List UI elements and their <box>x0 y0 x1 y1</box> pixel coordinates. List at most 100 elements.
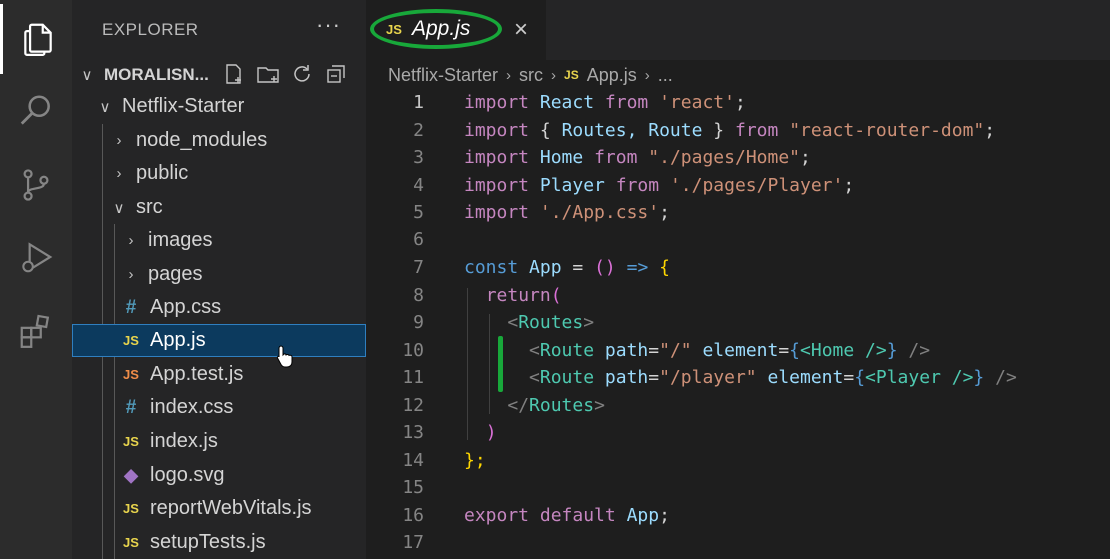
file-app-js[interactable]: JS App.js <box>72 324 366 357</box>
folder-label: node_modules <box>136 129 268 151</box>
folder-pages[interactable]: › pages <box>72 258 366 291</box>
string-literal: "/player" <box>659 367 757 388</box>
extensions-activity-button[interactable] <box>0 296 72 366</box>
punctuation: } <box>886 340 898 361</box>
new-file-icon[interactable] <box>222 62 246 86</box>
punctuation: { <box>854 367 866 388</box>
operator: = <box>843 367 855 388</box>
code-editor[interactable]: 1 2 3 4 5 6 7 8 9 10 11 12 13 14 15 16 1… <box>366 88 1110 559</box>
breadcrumb-item[interactable]: App.js <box>587 65 637 86</box>
code-line: <Route path="/" element={<Home />} /> <box>464 340 930 361</box>
chevron-right-icon: › <box>116 132 122 149</box>
punctuation: { <box>539 120 551 141</box>
file-app-css[interactable]: # App.css <box>72 291 366 324</box>
keyword: import <box>464 92 530 113</box>
keyword: import <box>464 202 530 223</box>
file-label: App.test.js <box>150 363 244 385</box>
punctuation: } <box>713 120 725 141</box>
highlight-annotation-bar <box>498 336 503 392</box>
identifier: Routes, Route <box>561 120 703 141</box>
punctuation: { <box>659 257 670 278</box>
line-number: 15 <box>402 477 424 498</box>
keyword: export <box>464 505 530 526</box>
css-file-icon: # <box>125 296 137 318</box>
line-number: 8 <box>413 285 424 306</box>
file-label: App.css <box>150 296 222 318</box>
file-index-js[interactable]: JS index.js <box>72 425 366 458</box>
file-setup-tests-js[interactable]: JS setupTests.js <box>72 526 366 559</box>
editor-tab-bar: JS App.js × <box>366 0 1110 60</box>
folder-node-modules[interactable]: › node_modules <box>72 124 366 157</box>
operator: = <box>648 367 660 388</box>
punctuation: ; <box>800 147 811 168</box>
refresh-icon[interactable] <box>290 62 314 86</box>
keyword: from <box>594 147 638 168</box>
explorer-activity-button[interactable] <box>0 4 72 74</box>
run-debug-activity-button[interactable] <box>0 222 72 292</box>
chevron-down-icon: ∨ <box>113 199 125 217</box>
chevron-right-icon: › <box>644 66 650 84</box>
keyword: from <box>604 92 649 113</box>
breadcrumb-item[interactable]: Netflix-Starter <box>388 65 498 86</box>
code-line: </Routes> <box>464 395 605 416</box>
tab-label: App.js <box>412 17 471 40</box>
identifier: Player <box>539 175 605 196</box>
source-control-activity-button[interactable] <box>0 150 72 220</box>
run-debug-icon <box>22 242 53 273</box>
search-activity-button[interactable] <box>0 76 72 146</box>
js-file-icon: JS <box>123 333 139 348</box>
punctuation: ) <box>485 422 497 443</box>
file-app-test-js[interactable]: JS App.test.js <box>72 358 366 391</box>
explorer-actions <box>222 62 348 86</box>
close-icon[interactable]: × <box>514 16 528 44</box>
string-literal: './App.css' <box>539 202 660 223</box>
folder-public[interactable]: › public <box>72 157 366 190</box>
file-logo-svg[interactable]: ◆ logo.svg <box>72 459 366 492</box>
files-icon <box>23 23 52 56</box>
more-actions-button[interactable]: ··· <box>316 12 341 38</box>
string-literal: 'react' <box>659 92 735 113</box>
line-number: 1 <box>413 92 424 113</box>
new-folder-icon[interactable] <box>256 62 280 86</box>
jsx-attribute: element <box>767 367 844 388</box>
file-report-web-vitals-js[interactable]: JS reportWebVitals.js <box>72 492 366 525</box>
punctuation: ( <box>550 285 562 306</box>
code-line: return( <box>464 285 562 306</box>
activity-bar <box>0 0 72 559</box>
string-literal: "/" <box>659 340 692 361</box>
identifier: React <box>539 92 595 113</box>
line-number: 14 <box>402 450 424 471</box>
breadcrumb-tail[interactable]: ... <box>658 65 673 86</box>
punctuation: /> <box>908 340 931 361</box>
chevron-right-icon: › <box>128 232 134 249</box>
string-literal: './pages/Player' <box>669 175 844 196</box>
breadcrumb: Netflix-Starter › src › JS App.js › ... <box>388 62 673 88</box>
code-line: import { Routes, Route } from "react-rou… <box>464 120 995 141</box>
js-file-icon: JS <box>564 68 579 82</box>
folder-label: Netflix-Starter <box>122 95 245 117</box>
keyword: default <box>539 505 616 526</box>
indent-guide <box>467 288 468 440</box>
chevron-right-icon: › <box>506 66 512 84</box>
collapse-all-icon[interactable] <box>324 62 348 86</box>
folder-images[interactable]: › images <box>72 224 366 257</box>
punctuation: > <box>583 312 595 333</box>
keyword: import <box>464 147 530 168</box>
code-line: import React from 'react'; <box>464 92 746 113</box>
line-number: 4 <box>413 175 424 196</box>
js-file-icon: JS <box>123 501 139 516</box>
chevron-right-icon: › <box>116 165 122 182</box>
folder-netflix-starter[interactable]: ∨ Netflix-Starter <box>72 90 366 123</box>
folder-src[interactable]: ∨ src <box>72 191 366 224</box>
search-icon <box>20 95 50 125</box>
keyword: from <box>734 120 779 141</box>
line-number: 16 <box>402 505 424 526</box>
keyword: const <box>464 257 519 278</box>
line-number: 2 <box>413 120 424 141</box>
file-index-css[interactable]: # index.css <box>72 391 366 424</box>
tab-app-js[interactable]: JS App.js × <box>366 0 546 60</box>
jsx-tag: <Player /> <box>865 367 974 388</box>
source-control-icon <box>23 169 49 201</box>
breadcrumb-item[interactable]: src <box>519 65 543 86</box>
line-number: 17 <box>402 532 424 553</box>
